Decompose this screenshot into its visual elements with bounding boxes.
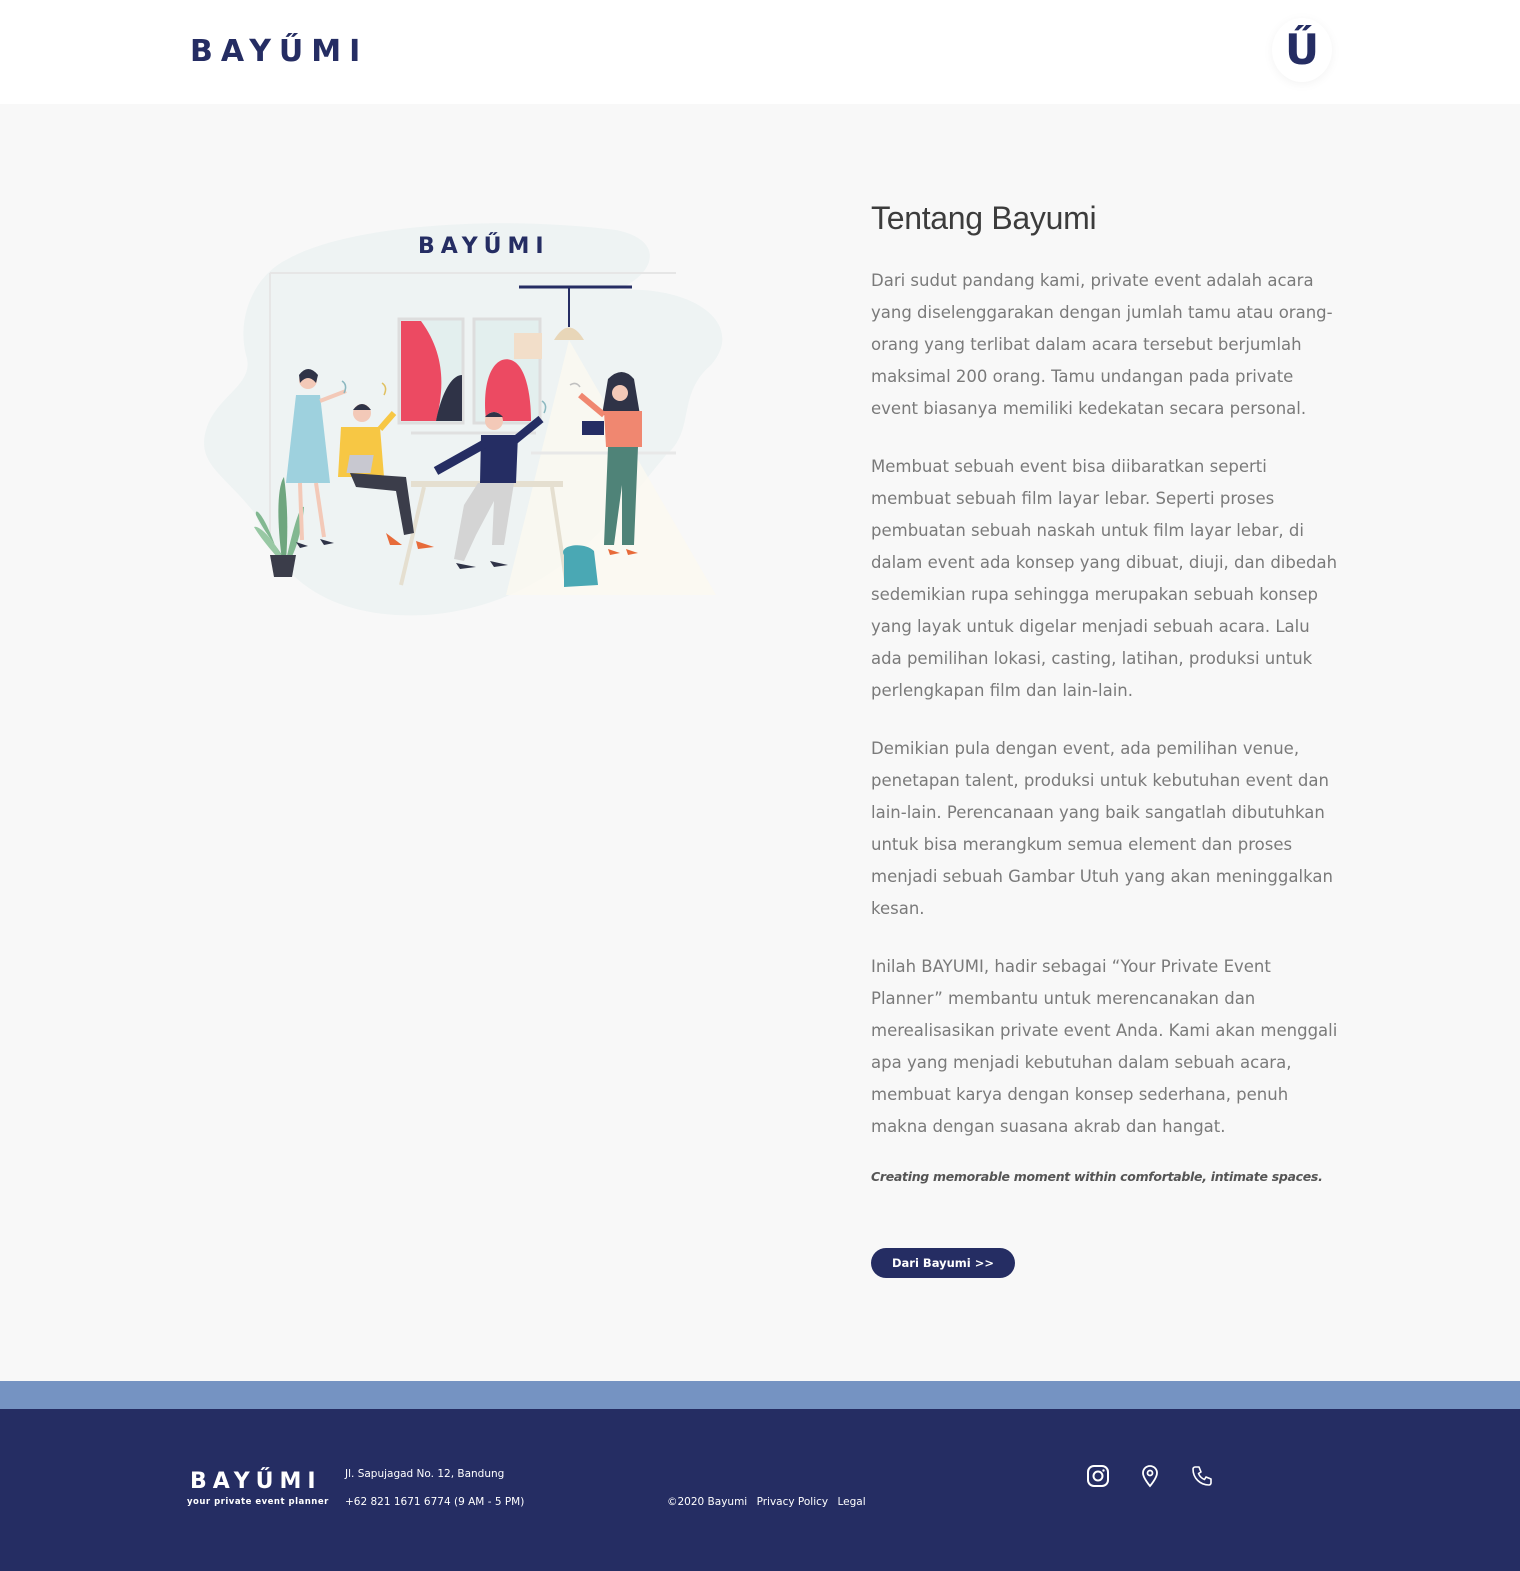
footer-address: Jl. Sapujagad No. 12, Bandung	[345, 1468, 505, 1480]
footer-links: ©2020 Bayumi Privacy Policy Legal	[667, 1496, 872, 1508]
location-pin-icon[interactable]	[1138, 1464, 1162, 1488]
footer-phone: +62 821 1671 6774 (9 AM - 5 PM)	[345, 1496, 525, 1508]
dari-bayumi-button[interactable]: Dari Bayumi >>	[871, 1248, 1015, 1278]
footer-tagline: your private event planner	[187, 1497, 329, 1507]
privacy-policy-link[interactable]: Privacy Policy	[757, 1496, 829, 1508]
footer-copyright: ©2020 Bayumi	[667, 1496, 748, 1508]
site-header: BAYŰMI Ű	[0, 0, 1520, 104]
about-tagline: Creating memorable moment within comfort…	[871, 1169, 1323, 1184]
instagram-icon[interactable]	[1086, 1464, 1110, 1488]
about-section: Tentang Bayumi Dari sudut pandang kami, …	[871, 200, 1341, 1184]
team-illustration	[196, 215, 736, 625]
social-icons	[1086, 1464, 1214, 1488]
about-paragraph-1: Dari sudut pandang kami, private event a…	[871, 271, 1333, 418]
about-title: Tentang Bayumi	[871, 200, 1097, 236]
footer-logo[interactable]: BAYŰMI	[190, 1469, 322, 1494]
menu-button[interactable]: Ű	[1272, 18, 1332, 82]
illustration-logo: BAYŰMI	[418, 234, 550, 259]
phone-icon[interactable]	[1190, 1464, 1214, 1488]
site-footer: BAYŰMI your private event planner Jl. Sa…	[0, 1409, 1520, 1571]
header-logo[interactable]: BAYŰMI	[190, 34, 368, 69]
footer-accent-band	[0, 1381, 1520, 1409]
people-working-illustration	[204, 223, 723, 616]
menu-logo-icon: Ű	[1284, 25, 1320, 74]
about-paragraph-4: Inilah BAYUMI, hadir sebagai “Your Priva…	[871, 957, 1338, 1136]
legal-link[interactable]: Legal	[837, 1496, 865, 1508]
about-paragraph-3: Demikian pula dengan event, ada pemiliha…	[871, 739, 1333, 918]
about-paragraph-2: Membuat sebuah event bisa diibaratkan se…	[871, 457, 1338, 700]
